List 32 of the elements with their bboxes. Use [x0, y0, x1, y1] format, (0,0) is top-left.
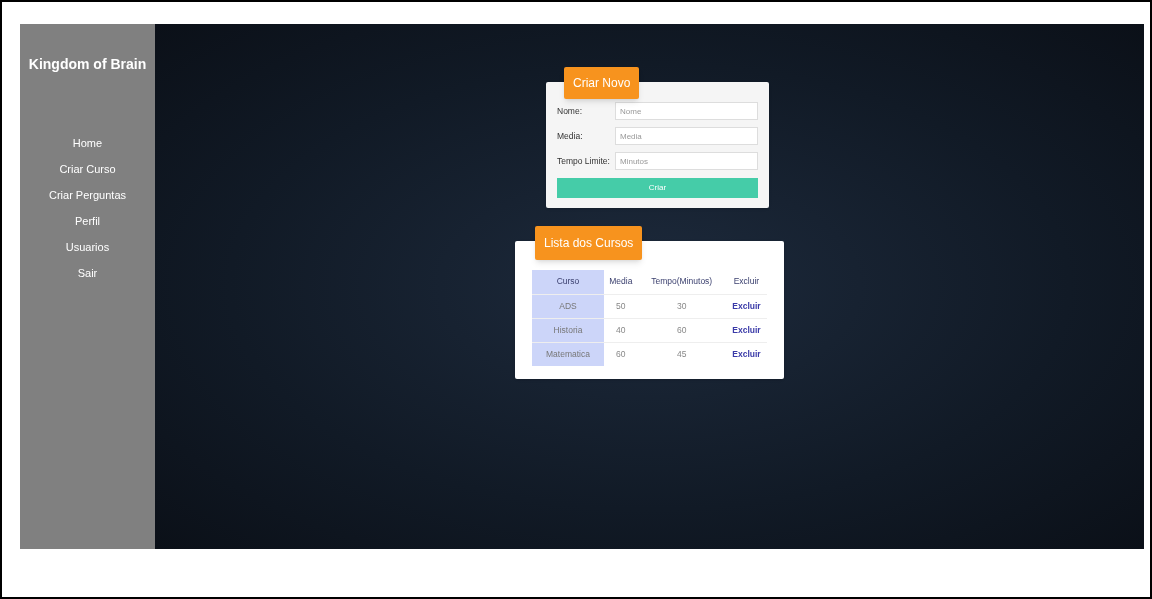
table-cell: 60: [604, 342, 638, 366]
input-field[interactable]: Nome: [615, 102, 758, 120]
field-label: Nome:: [557, 104, 584, 118]
table-cell: ADS: [532, 294, 604, 318]
nav-link[interactable]: Perfil: [74, 213, 100, 229]
nav-link[interactable]: Usuarios: [65, 239, 110, 255]
card-header: Criar Novo: [564, 67, 640, 99]
nav-link[interactable]: Criar Perguntas: [48, 187, 126, 203]
delete-link[interactable]: Excluir: [732, 324, 761, 335]
app-title: Kingdom of Brain: [28, 55, 147, 74]
table-cell: 30: [637, 294, 726, 318]
table-cell: Matematica: [532, 342, 604, 366]
field-label: Tempo Limite:: [557, 154, 611, 168]
table-cell: Historia: [532, 318, 604, 342]
delete-link[interactable]: Excluir: [732, 300, 761, 311]
table-cell: 50: [604, 294, 638, 318]
column-header: Curso: [532, 270, 604, 294]
nav-link[interactable]: Home: [72, 135, 103, 151]
column-header: Excluir: [725, 270, 767, 294]
column-header: Media: [604, 270, 638, 294]
table-cell: 60: [637, 318, 726, 342]
table-cell: 40: [604, 318, 638, 342]
delete-link[interactable]: Excluir: [732, 348, 761, 359]
table-cell: 45: [637, 342, 726, 366]
column-header: Tempo(Minutos): [637, 270, 726, 294]
input-field[interactable]: Minutos: [615, 152, 758, 170]
input-field[interactable]: Media: [615, 127, 758, 145]
card-header: Lista dos Cursos: [535, 226, 643, 260]
nav-link[interactable]: Sair: [77, 265, 98, 281]
field-label: Media:: [557, 129, 584, 143]
nav-link[interactable]: Criar Curso: [59, 161, 116, 177]
create-button[interactable]: Criar: [557, 178, 758, 198]
